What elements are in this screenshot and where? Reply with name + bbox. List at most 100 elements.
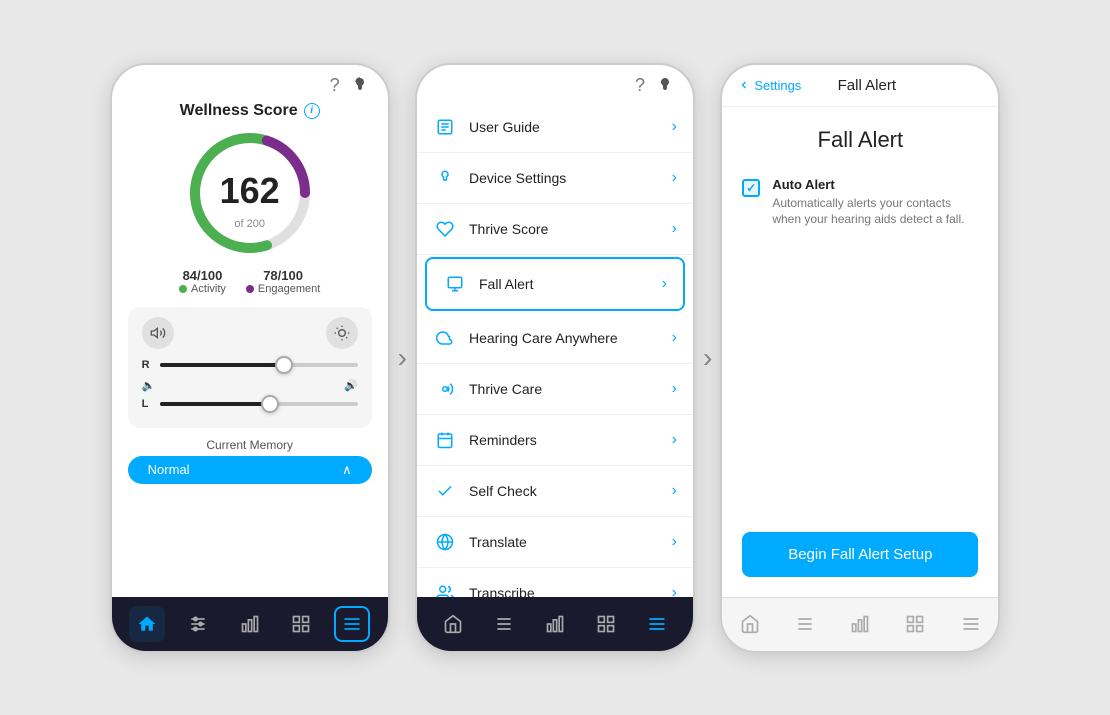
checkmark-icon: ✓: [746, 181, 756, 195]
device-settings-label: Device Settings: [469, 170, 672, 186]
arrow1: ›: [398, 342, 407, 374]
auto-alert-title: Auto Alert: [772, 177, 978, 192]
s2-nav-stats[interactable]: [537, 606, 573, 642]
screen2-bottom-nav: [417, 597, 693, 651]
score-stats: 84/100 Activity 78/100 Engagement: [128, 268, 372, 295]
screen1-top-bar: ?: [112, 65, 388, 102]
s3-nav-stats[interactable]: [842, 606, 878, 642]
hearing-care-label: Hearing Care Anywhere: [469, 330, 672, 346]
s3-nav-home[interactable]: [732, 606, 768, 642]
screen1-phone: ? Wellness Score i 162: [110, 63, 390, 653]
user-guide-icon: [433, 115, 457, 139]
translate-label: Translate: [469, 534, 672, 550]
score-circle: 162 of 200: [185, 128, 315, 258]
thrive-care-icon: [433, 377, 457, 401]
right-channel-label: R: [142, 359, 154, 371]
fall-alert-icon: [443, 272, 467, 296]
fall-alert-label: Fall Alert: [479, 276, 662, 292]
fall-alert-chevron: ›: [662, 275, 667, 293]
user-guide-chevron: ›: [672, 118, 677, 136]
menu-item-user-guide[interactable]: User Guide ›: [417, 102, 693, 153]
menu-item-reminders[interactable]: Reminders ›: [417, 415, 693, 466]
hearing-aid-icon: [348, 75, 372, 95]
hearing-aid-icon-2: [653, 75, 677, 95]
reminders-icon: [433, 428, 457, 452]
screen2-menu-body: User Guide › Device Settings › T: [417, 102, 693, 597]
brightness-control-btn[interactable]: [326, 317, 358, 349]
left-slider-row: L: [142, 398, 358, 410]
engagement-stat: 78/100 Engagement: [246, 268, 320, 295]
left-channel-label: L: [142, 398, 154, 410]
activity-dot: [179, 285, 187, 293]
volume-control-btn[interactable]: [142, 317, 174, 349]
back-button[interactable]: Settings: [738, 78, 801, 93]
screen2-top-bar: ?: [417, 65, 693, 102]
screen3-bottom-nav: [722, 597, 998, 651]
engagement-dot: [246, 285, 254, 293]
nav-home[interactable]: [129, 606, 165, 642]
activity-stat: 84/100 Activity: [179, 268, 226, 295]
controls-card: R 🔈 🔊 L: [128, 307, 372, 428]
s3-nav-sliders[interactable]: [787, 606, 823, 642]
transcribe-icon: [433, 581, 457, 597]
s3-nav-grid[interactable]: [897, 606, 933, 642]
self-check-chevron: ›: [672, 482, 677, 500]
translate-icon: [433, 530, 457, 554]
s2-nav-grid[interactable]: [588, 606, 624, 642]
score-of: of 200: [234, 218, 265, 230]
translate-chevron: ›: [672, 533, 677, 551]
nav-menu[interactable]: [334, 606, 370, 642]
help-icon[interactable]: ?: [330, 75, 340, 96]
s3-nav-menu[interactable]: [953, 606, 989, 642]
device-settings-chevron: ›: [672, 169, 677, 187]
transcribe-label: Transcribe: [469, 585, 672, 597]
hearing-care-icon: [433, 326, 457, 350]
screen1-body: Wellness Score i 162 of 200 84/100: [112, 102, 388, 597]
screen1-bottom-nav: [112, 597, 388, 651]
right-slider-track[interactable]: [160, 363, 358, 367]
hearing-care-chevron: ›: [672, 329, 677, 347]
menu-item-self-check[interactable]: Self Check ›: [417, 466, 693, 517]
thrive-score-chevron: ›: [672, 220, 677, 238]
volume-row: 🔈 🔊: [142, 379, 358, 392]
menu-item-thrive-care[interactable]: Thrive Care ›: [417, 364, 693, 415]
begin-fall-alert-button[interactable]: Begin Fall Alert Setup: [742, 532, 978, 577]
memory-button[interactable]: Normal ∧: [128, 456, 372, 484]
auto-alert-text: Auto Alert Automatically alerts your con…: [772, 177, 978, 229]
menu-item-hearing-care[interactable]: Hearing Care Anywhere ›: [417, 313, 693, 364]
transcribe-chevron: ›: [672, 584, 677, 597]
nav-stats[interactable]: [232, 606, 268, 642]
auto-alert-checkbox[interactable]: ✓: [742, 179, 760, 197]
menu-item-translate[interactable]: Translate ›: [417, 517, 693, 568]
current-memory-label: Current Memory: [206, 438, 293, 452]
s2-nav-menu[interactable]: [639, 606, 675, 642]
s2-nav-sliders[interactable]: [486, 606, 522, 642]
vol-low-icon: 🔈: [142, 379, 156, 392]
menu-item-fall-alert[interactable]: Fall Alert ›: [425, 257, 685, 311]
thrive-score-icon: [433, 217, 457, 241]
vol-high-icon: 🔊: [344, 379, 358, 392]
chevron-up-icon: ∧: [342, 462, 352, 478]
thrive-score-label: Thrive Score: [469, 221, 672, 237]
fall-alert-page-title: Fall Alert: [742, 127, 978, 153]
device-settings-icon: [433, 166, 457, 190]
screen3-phone: Settings Fall Alert Fall Alert ✓ Auto Al…: [720, 63, 1000, 653]
screen3-header-title: Fall Alert: [801, 77, 932, 94]
arrow2: ›: [703, 342, 712, 374]
score-number: 162: [220, 169, 280, 211]
thrive-care-chevron: ›: [672, 380, 677, 398]
self-check-label: Self Check: [469, 483, 672, 499]
s2-nav-home[interactable]: [435, 606, 471, 642]
self-check-icon: [433, 479, 457, 503]
menu-item-device-settings[interactable]: Device Settings ›: [417, 153, 693, 204]
menu-item-thrive-score[interactable]: Thrive Score ›: [417, 204, 693, 255]
nav-sliders[interactable]: [180, 606, 216, 642]
menu-item-transcribe[interactable]: Transcribe ›: [417, 568, 693, 597]
help-icon-2[interactable]: ?: [635, 75, 645, 96]
info-icon[interactable]: i: [304, 103, 320, 119]
left-slider-track[interactable]: [160, 402, 358, 406]
thrive-care-label: Thrive Care: [469, 381, 672, 397]
nav-grid[interactable]: [283, 606, 319, 642]
wellness-score-title: Wellness Score i: [180, 102, 320, 120]
screen3-body: Fall Alert ✓ Auto Alert Automatically al…: [722, 107, 998, 597]
